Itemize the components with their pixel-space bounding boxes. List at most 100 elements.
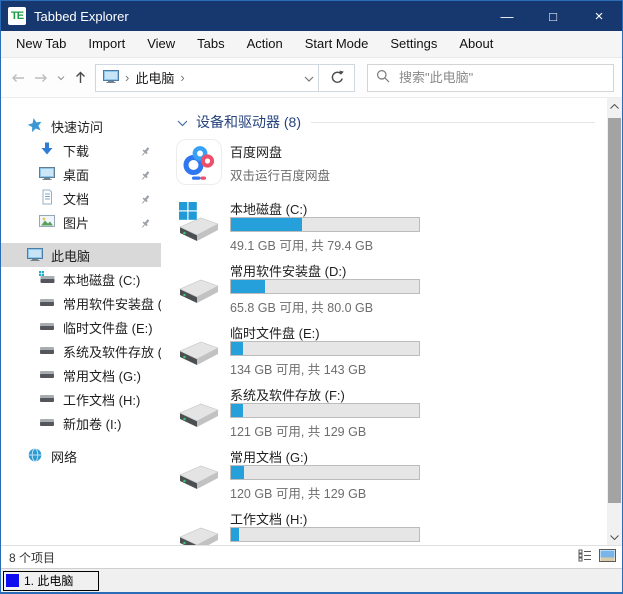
breadcrumb-separator: › bbox=[125, 70, 129, 85]
baidu-netdisk-icon bbox=[177, 140, 221, 184]
breadcrumb-path[interactable]: 此电脑 bbox=[135, 68, 174, 87]
menu-settings[interactable]: Settings bbox=[379, 31, 448, 57]
item-drive-e[interactable]: 临时文件盘 (E:) 134 GB 可用, 共 143 GB bbox=[177, 322, 601, 384]
scroll-up-icon[interactable] bbox=[607, 98, 622, 114]
sidebar-item-label: 系统及软件存放 (F:) bbox=[63, 342, 161, 361]
drive-name: 临时文件盘 (E:) bbox=[230, 323, 420, 340]
tab-this-pc[interactable]: 1. 此电脑 bbox=[3, 571, 99, 591]
drive-capacity-text: 65.8 GB 可用, 共 80.0 GB bbox=[230, 297, 420, 316]
hard-drive-icon bbox=[39, 319, 55, 335]
menu-import[interactable]: Import bbox=[77, 31, 136, 57]
capacity-bar-fill bbox=[231, 342, 243, 355]
menu-action[interactable]: Action bbox=[236, 31, 294, 57]
sidebar-item-label: 新加卷 (I:) bbox=[63, 414, 122, 433]
thumbnail-view-icon[interactable] bbox=[599, 549, 616, 565]
drive-capacity-text: 121 GB 可用, 共 129 GB bbox=[230, 421, 420, 440]
breadcrumb[interactable]: › 此电脑 › bbox=[95, 64, 319, 92]
search-box[interactable] bbox=[367, 64, 614, 92]
menu-tabs[interactable]: Tabs bbox=[186, 31, 235, 57]
star-icon bbox=[27, 117, 43, 136]
hard-drive-icon bbox=[39, 391, 55, 407]
drive-name: 常用软件安装盘 (D:) bbox=[230, 261, 420, 278]
item-count: 8 个项目 bbox=[9, 549, 55, 566]
hard-drive-icon bbox=[177, 508, 230, 545]
up-icon[interactable] bbox=[74, 71, 87, 84]
item-drive-g[interactable]: 常用文档 (G:) 120 GB 可用, 共 129 GB bbox=[177, 446, 601, 508]
drive-name: 系统及软件存放 (F:) bbox=[230, 385, 420, 402]
sidebar-item-drive-i[interactable]: 新加卷 (I:) bbox=[1, 411, 161, 435]
status-bar: 8 个项目 bbox=[1, 545, 622, 568]
vertical-scrollbar[interactable] bbox=[607, 98, 622, 545]
sidebar-item-label: 桌面 bbox=[63, 165, 89, 184]
capacity-bar bbox=[230, 217, 420, 232]
back-icon[interactable] bbox=[11, 72, 25, 84]
item-subtitle: 双击运行百度网盘 bbox=[230, 165, 330, 184]
hard-drive-icon bbox=[177, 446, 230, 493]
sidebar-item-label: 图片 bbox=[63, 213, 89, 232]
sidebar-item-quick-access[interactable]: 快速访问 bbox=[1, 114, 161, 138]
item-drive-c[interactable]: 本地磁盘 (C:) 49.1 GB 可用, 共 79.4 GB bbox=[177, 198, 601, 260]
this-pc-icon bbox=[27, 247, 43, 264]
breadcrumb-separator: › bbox=[180, 70, 184, 85]
menu-start-mode[interactable]: Start Mode bbox=[294, 31, 380, 57]
desktop-icon bbox=[39, 166, 55, 183]
sidebar-item-label: 临时文件盘 (E:) bbox=[63, 318, 153, 337]
pin-icon bbox=[140, 169, 151, 184]
sidebar-item-label: 下载 bbox=[63, 141, 89, 160]
sidebar-item-drive-f[interactable]: 系统及软件存放 (F:) bbox=[1, 339, 161, 363]
sidebar-item-downloads[interactable]: 下载 bbox=[1, 138, 161, 162]
drive-capacity-text: 49.1 GB 可用, 共 79.4 GB bbox=[230, 235, 420, 254]
scroll-down-icon[interactable] bbox=[607, 529, 622, 545]
address-dropdown-icon[interactable] bbox=[304, 70, 314, 85]
search-input[interactable] bbox=[399, 70, 605, 85]
scrollbar-thumb[interactable] bbox=[608, 118, 621, 503]
drive-name: 工作文档 (H:) bbox=[230, 509, 420, 526]
refresh-button[interactable] bbox=[319, 64, 355, 92]
minimize-button[interactable]: — bbox=[484, 1, 530, 31]
sidebar-item-network[interactable]: 网络 bbox=[1, 444, 161, 468]
item-drive-f[interactable]: 系统及软件存放 (F:) 121 GB 可用, 共 129 GB bbox=[177, 384, 601, 446]
file-list-panel: 设备和驱动器 (8) 百度网盘 双击运行百度网盘 bbox=[161, 98, 607, 545]
drive-name: 本地磁盘 (C:) bbox=[230, 199, 420, 216]
document-icon bbox=[39, 189, 55, 208]
hard-drive-icon bbox=[39, 367, 55, 383]
tab-bar: 1. 此电脑 bbox=[1, 568, 622, 592]
sidebar-item-label: 常用软件安装盘 (D:) bbox=[63, 294, 161, 313]
item-drive-h[interactable]: 工作文档 (H:) 123 GB 可用, 共 127 GB bbox=[177, 508, 601, 545]
capacity-bar bbox=[230, 465, 420, 480]
section-devices-and-drives[interactable]: 设备和驱动器 (8) bbox=[177, 110, 601, 134]
details-view-icon[interactable] bbox=[578, 549, 592, 565]
sidebar-item-drive-c[interactable]: 本地磁盘 (C:) bbox=[1, 267, 161, 291]
menu-new-tab[interactable]: New Tab bbox=[5, 31, 77, 57]
app-window: TE Tabbed Explorer — □ × New Tab Import … bbox=[0, 0, 623, 594]
capacity-bar-fill bbox=[231, 404, 243, 417]
sidebar-item-drive-e[interactable]: 临时文件盘 (E:) bbox=[1, 315, 161, 339]
sidebar-item-drive-g[interactable]: 常用文档 (G:) bbox=[1, 363, 161, 387]
item-baidu-netdisk[interactable]: 百度网盘 双击运行百度网盘 bbox=[177, 140, 601, 198]
sidebar-item-documents[interactable]: 文档 bbox=[1, 186, 161, 210]
hard-drive-icon bbox=[39, 271, 55, 287]
maximize-button[interactable]: □ bbox=[530, 1, 576, 31]
forward-icon[interactable] bbox=[34, 72, 48, 84]
item-drive-d[interactable]: 常用软件安装盘 (D:) 65.8 GB 可用, 共 80.0 GB bbox=[177, 260, 601, 322]
titlebar: TE Tabbed Explorer — □ × bbox=[1, 1, 622, 31]
sidebar-item-drive-d[interactable]: 常用软件安装盘 (D:) bbox=[1, 291, 161, 315]
sidebar-item-label: 工作文档 (H:) bbox=[63, 390, 140, 409]
chevron-down-icon[interactable] bbox=[177, 115, 188, 130]
sidebar-item-this-pc[interactable]: 此电脑 bbox=[1, 243, 161, 267]
this-pc-icon bbox=[103, 69, 119, 86]
menu-view[interactable]: View bbox=[136, 31, 186, 57]
navigation-bar: › 此电脑 › bbox=[1, 58, 622, 98]
sidebar-item-pictures[interactable]: 图片 bbox=[1, 210, 161, 234]
history-chevron-icon[interactable] bbox=[57, 75, 65, 81]
network-icon bbox=[27, 447, 43, 466]
sidebar-item-drive-h[interactable]: 工作文档 (H:) bbox=[1, 387, 161, 411]
download-icon bbox=[39, 141, 55, 160]
menu-about[interactable]: About bbox=[448, 31, 504, 57]
sidebar-item-desktop[interactable]: 桌面 bbox=[1, 162, 161, 186]
menu-bar: New Tab Import View Tabs Action Start Mo… bbox=[1, 31, 622, 58]
close-button[interactable]: × bbox=[576, 1, 622, 31]
hard-drive-icon bbox=[39, 295, 55, 311]
capacity-bar-fill bbox=[231, 218, 302, 231]
sidebar-item-label: 此电脑 bbox=[51, 246, 90, 265]
